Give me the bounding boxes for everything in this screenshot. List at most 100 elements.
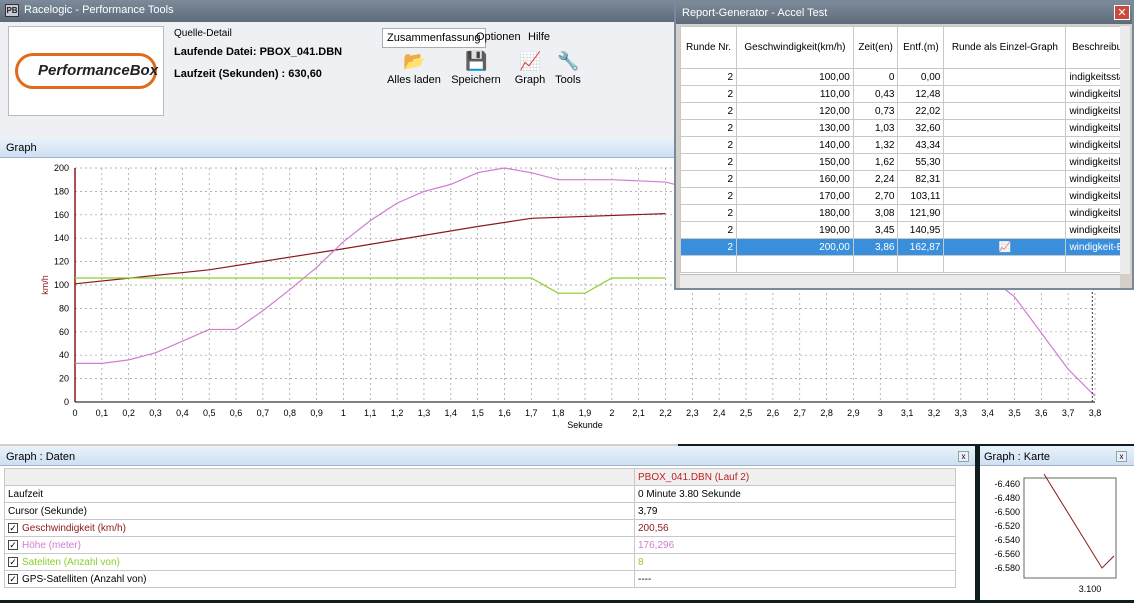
report-row[interactable]: 2 140,00 1,32 43,34 windigkeitsli	[680, 136, 1120, 154]
x-tick-label: 3,7	[1062, 408, 1075, 418]
row-checkbox[interactable]: ✓	[8, 539, 18, 550]
x-tick-label: 1,1	[364, 408, 377, 418]
report-column-header[interactable]: Beschreibung	[1065, 26, 1120, 69]
map-y-tick: -6.520	[994, 521, 1020, 531]
report-cell: 1,32	[852, 136, 899, 154]
logo-text: PerformanceBox	[15, 53, 158, 89]
x-tick-label: 0,1	[96, 408, 109, 418]
report-column-header[interactable]: Runde als Einzel-Graph	[943, 26, 1067, 69]
report-cell	[736, 255, 854, 273]
row-value: 8	[634, 553, 956, 571]
tools-button[interactable]: 🔧 Tools	[550, 50, 586, 86]
row-label-text: Cursor (Sekunde)	[8, 505, 87, 517]
report-cell: 180,00	[736, 204, 854, 222]
graph-header: Graph	[0, 138, 678, 158]
close-icon[interactable]: x	[1116, 451, 1127, 462]
report-cell: 3,08	[852, 204, 899, 222]
series-line-satellites	[75, 277, 666, 294]
report-cell: 120,00	[736, 102, 854, 120]
report-cell: 2	[680, 119, 738, 137]
row-label: ✓ GPS-Satelliten (Anzahl von)	[4, 570, 635, 588]
report-cell: 110,00	[736, 85, 854, 103]
report-column-header[interactable]: Zeit(en)	[852, 26, 899, 69]
load-all-button[interactable]: 📂 Alles laden	[386, 50, 442, 86]
report-cell	[943, 153, 1067, 171]
x-tick-label: 1,5	[471, 408, 484, 418]
data-header-blank	[4, 468, 635, 486]
report-table: Runde Nr. Geschwindigkeit(km/h) Zeit(en) En…	[680, 26, 1120, 274]
report-cell: 190,00	[736, 221, 854, 239]
table-row: ✓ GPS-Satelliten (Anzahl von) ----	[4, 570, 956, 588]
row-label: ✓ Sateliten (Anzahl von)	[4, 553, 635, 571]
report-row[interactable]: 2 190,00 3,45 140,95 windigkeitsli	[680, 221, 1120, 239]
map-y-tick: -6.540	[994, 535, 1020, 545]
row-checkbox[interactable]: ✓	[8, 522, 18, 533]
menu-help[interactable]: Hilfe	[524, 28, 554, 46]
row-value: 176,296	[634, 536, 956, 554]
graph-icon[interactable]: 📈	[999, 242, 1011, 253]
x-tick-label: 0,2	[122, 408, 135, 418]
graph-button[interactable]: 📈 Graph	[512, 50, 548, 86]
report-row[interactable]: 2 130,00 1,03 32,60 windigkeitsli	[680, 119, 1120, 137]
menu-summary[interactable]: Zusammenfassung	[382, 28, 486, 48]
x-tick-label: 3,1	[901, 408, 914, 418]
report-cell: 170,00	[736, 187, 854, 205]
close-icon[interactable]: x	[958, 451, 969, 462]
report-column-header[interactable]: Entf.(m)	[897, 26, 945, 69]
x-tick-label: 0,9	[310, 408, 323, 418]
report-cell: 2	[680, 85, 738, 103]
report-cell	[852, 255, 899, 273]
x-tick-label: 1,3	[418, 408, 431, 418]
report-cell: windigkeitsli	[1065, 153, 1120, 171]
row-label-text: GPS-Satelliten (Anzahl von)	[22, 573, 147, 585]
y-tick-label: 160	[54, 210, 69, 220]
y-tick-label: 180	[54, 186, 69, 196]
load-all-label: Alles laden	[387, 74, 441, 86]
report-horizontal-scrollbar[interactable]	[680, 274, 1120, 288]
report-row[interactable]: 2 170,00 2,70 103,11 windigkeitsli	[680, 187, 1120, 205]
report-row[interactable]: 2 150,00 1,62 55,30 windigkeitsli	[680, 153, 1120, 171]
x-tick-label: 3,8	[1089, 408, 1102, 418]
chart-icon: 📈	[519, 51, 542, 71]
ribbon: PerformanceBox Quelle-Detail Laufende Da…	[0, 22, 678, 122]
report-row[interactable]: 2 100,00 0 0,00 indigkeitssta	[680, 68, 1120, 86]
report-cell: 3,86	[852, 238, 899, 256]
row-checkbox[interactable]: ✓	[8, 573, 18, 584]
report-row[interactable]: 2 180,00 3,08 121,90 windigkeitsli	[680, 204, 1120, 222]
runtime: Laufzeit (Sekunden) : 630,60	[174, 68, 322, 80]
report-generator-window: Report-Generator - Accel Test ✕ Runde Nr…	[674, 0, 1134, 290]
title-bar: PB Racelogic - Performance Tools	[0, 0, 678, 22]
y-tick-label: 0	[64, 397, 69, 407]
map-y-tick: -6.480	[994, 493, 1020, 503]
report-row[interactable]: 2200,003,86162,87 📈 windigkeit-En	[680, 238, 1120, 256]
report-cell	[943, 221, 1067, 239]
map-plot[interactable]: -6.460 -6.480 -6.500 -6.520 -6.540 -6.560 -6.5…	[980, 446, 1134, 600]
report-cell: 200,00	[736, 238, 854, 256]
app-icon: PB	[5, 4, 19, 17]
report-cell: 32,60	[897, 119, 945, 137]
report-close-button[interactable]: ✕	[1114, 5, 1130, 20]
report-cell	[943, 68, 1067, 86]
report-column-header[interactable]: Runde Nr.	[680, 26, 738, 69]
report-cell: windigkeitsli	[1065, 204, 1120, 222]
report-row[interactable]: 2 110,00 0,43 12,48 windigkeitsli	[680, 85, 1120, 103]
x-tick-label: 3,5	[1008, 408, 1021, 418]
row-label: Cursor (Sekunde)	[4, 502, 635, 520]
report-cell: 150,00	[736, 153, 854, 171]
report-row[interactable]: 2 160,00 2,24 82,31 windigkeitsli	[680, 170, 1120, 188]
report-cell: 162,87	[897, 238, 945, 256]
report-row[interactable]: 2 120,00 0,73 22,02 windigkeitsli	[680, 102, 1120, 120]
x-tick-label: 2,5	[740, 408, 753, 418]
save-button[interactable]: 💾 Speichern	[448, 50, 504, 86]
x-tick-label: 2,9	[847, 408, 860, 418]
y-tick-label: 200	[54, 163, 69, 173]
report-vertical-scrollbar[interactable]	[1120, 26, 1130, 274]
report-cell	[943, 102, 1067, 120]
y-tick-label: 100	[54, 280, 69, 290]
report-cell: 2	[680, 136, 738, 154]
report-column-header[interactable]: Geschwindigkeit(km/h)	[736, 26, 854, 69]
menu-options[interactable]: Optionen	[472, 28, 525, 46]
row-checkbox[interactable]: ✓	[8, 556, 18, 567]
report-cell	[897, 255, 945, 273]
report-cell: 43,34	[897, 136, 945, 154]
